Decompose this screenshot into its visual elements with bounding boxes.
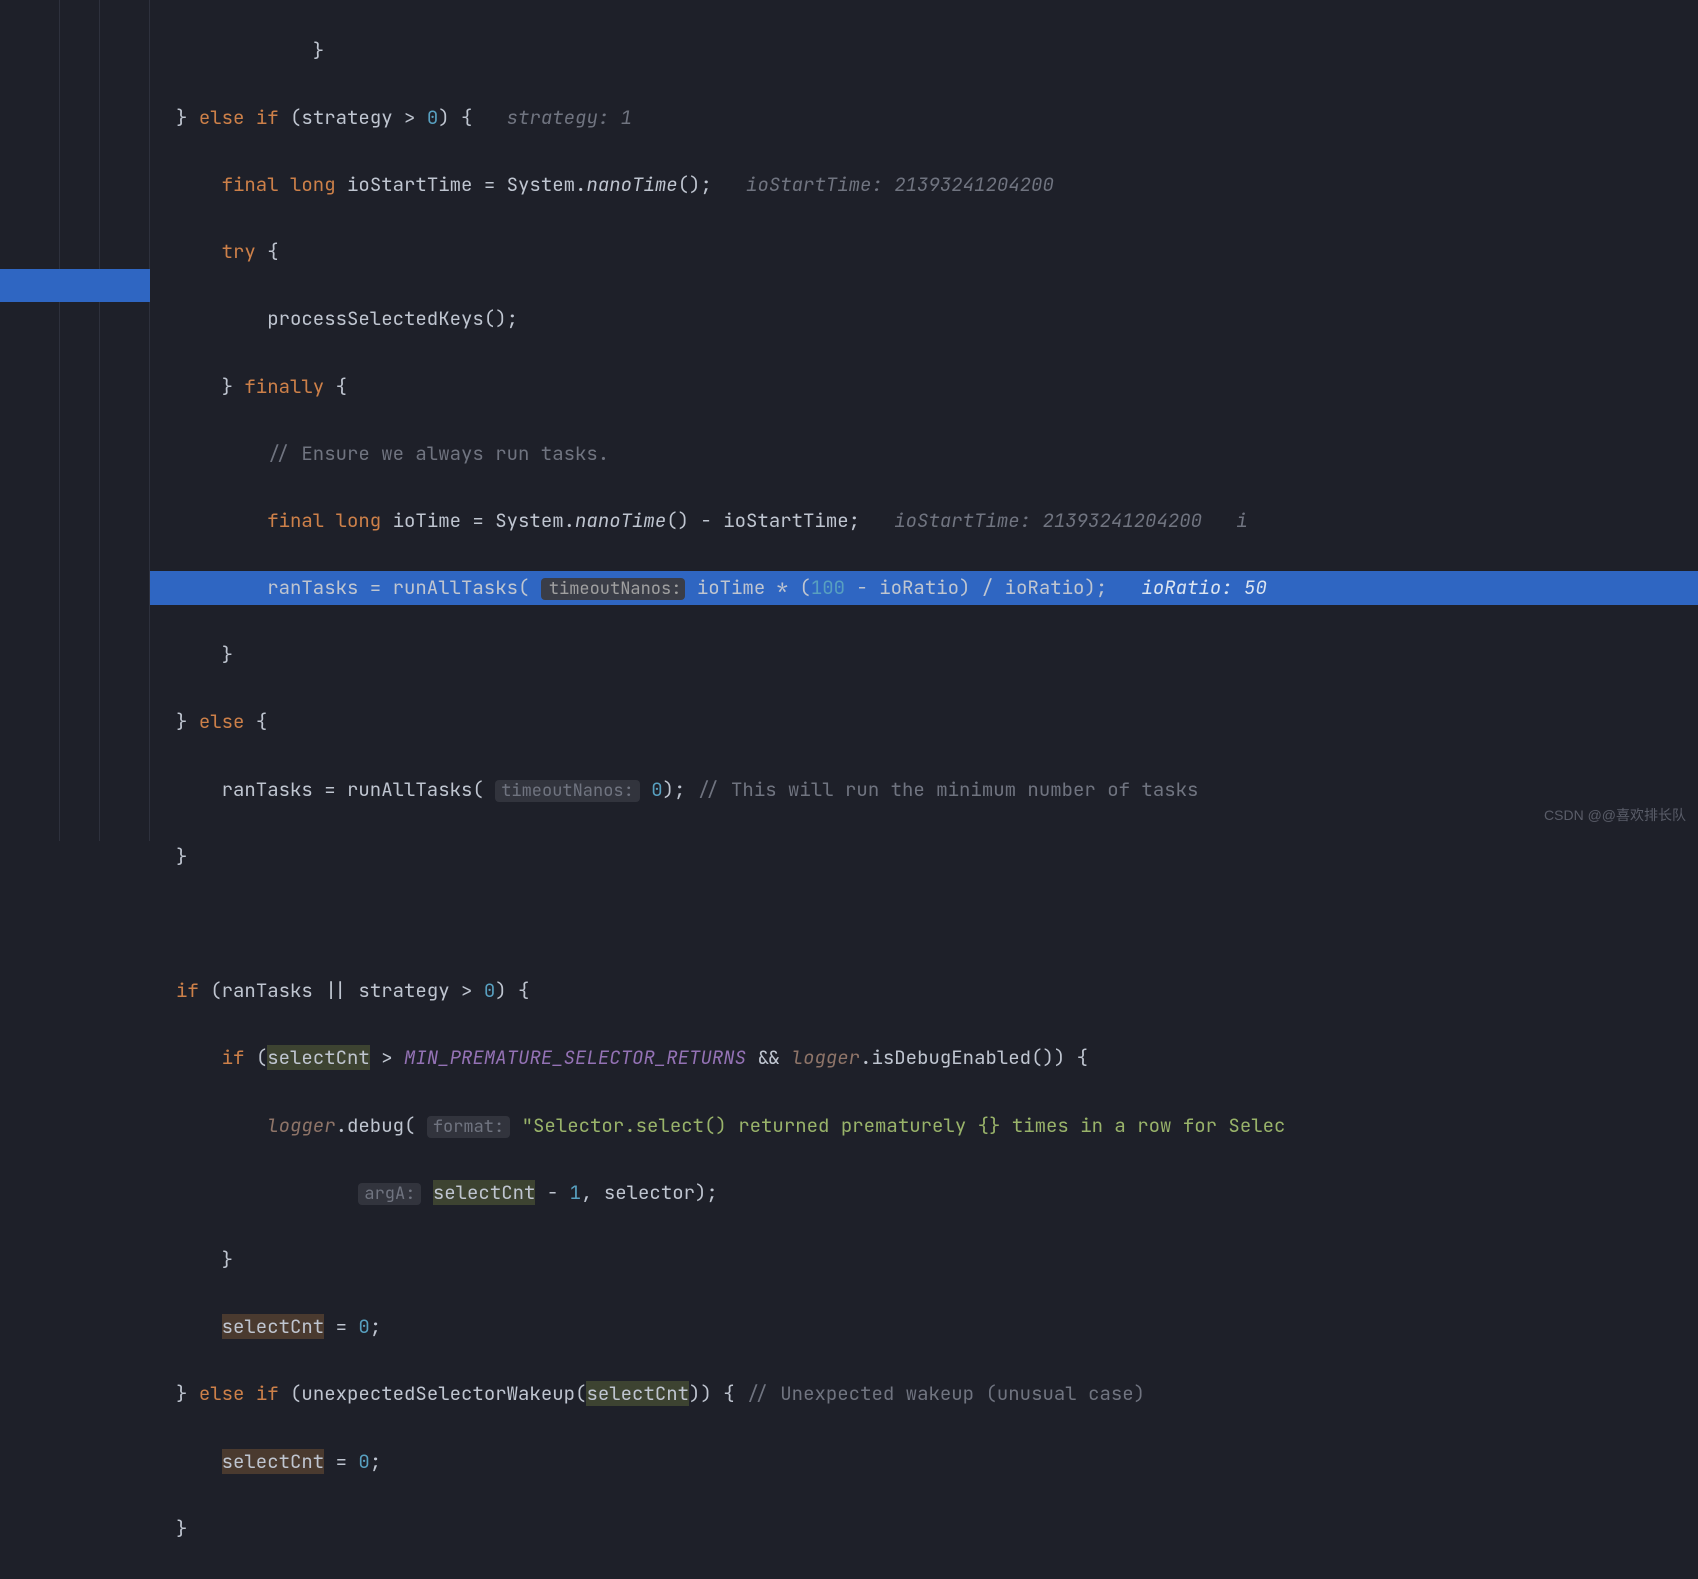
param-hint-format: format: [427,1116,510,1138]
comment: // This will run the minimum number of t… [697,777,1199,802]
param-hint-arga: argA: [358,1183,421,1205]
code-line[interactable]: final long ioStartTime = System.nanoTime… [150,168,1698,202]
code-line[interactable]: } [150,638,1698,672]
inline-hint-iostarttime: ioStartTime: 21393241204200 [894,508,1202,533]
code-line[interactable]: try { [150,235,1698,269]
var-selectcnt: selectCnt [433,1180,536,1205]
var-selectcnt: selectCnt [267,1045,370,1070]
watermark-text: CSDN @@喜欢排长队 [1544,799,1686,833]
code-line[interactable]: selectCnt = 0; [150,1445,1698,1479]
code-line-current[interactable]: ranTasks = runAllTasks( timeoutNanos: io… [150,571,1698,605]
code-line[interactable]: } else if (unexpectedSelectorWakeup(sele… [150,1377,1698,1411]
code-line[interactable]: } [150,1512,1698,1546]
code-line[interactable]: final long ioTime = System.nanoTime() - … [150,504,1698,538]
code-line[interactable]: selectCnt = 0; [150,1310,1698,1344]
gutter-breakpoints[interactable] [0,0,60,841]
code-line[interactable]: ranTasks = runAllTasks( timeoutNanos: 0)… [150,773,1698,807]
keyword-else-if: else if [199,105,279,130]
param-hint-timeoutnanos: timeoutNanos: [495,780,640,802]
code-line[interactable]: if (ranTasks || strategy > 0) { [150,974,1698,1008]
gutter-icons[interactable] [100,0,150,841]
inline-hint-strategy: strategy: 1 [507,105,632,130]
current-line-gutter-highlight [0,269,150,303]
inline-hint-iostarttime: ioStartTime: 21393241204200 [746,172,1054,197]
code-line[interactable]: processSelectedKeys(); [150,302,1698,336]
code-line[interactable]: argA: selectCnt - 1, selector); [150,1176,1698,1210]
code-line[interactable]: // Ensure we always run tasks. [150,437,1698,471]
code-editor[interactable]: } } else if (strategy > 0) { strategy: 1… [150,0,1698,841]
code-line[interactable]: } [150,840,1698,874]
gutter-line-numbers[interactable] [60,0,100,841]
comment: // Ensure we always run tasks. [176,441,609,466]
var-selectcnt: selectCnt [222,1314,325,1339]
code-line[interactable]: if (selectCnt > MIN_PREMATURE_SELECTOR_R… [150,1041,1698,1075]
code-line[interactable]: logger.debug( format: "Selector.select()… [150,1109,1698,1143]
var-selectcnt: selectCnt [222,1449,325,1474]
code-line[interactable]: } else if (strategy > 0) { strategy: 1 [150,101,1698,135]
code-line[interactable]: } else { [150,705,1698,739]
code-line[interactable]: } [150,1243,1698,1277]
param-hint-timeoutnanos: timeoutNanos: [541,578,686,600]
comment: // Unexpected wakeup (unusual case) [746,1381,1145,1406]
var-selectcnt: selectCnt [586,1381,689,1406]
code-line-blank[interactable] [150,907,1698,941]
code-line[interactable]: } finally { [150,370,1698,404]
code-line[interactable]: } [150,34,1698,68]
inline-hint-ioratio: ioRatio: 50 [1141,575,1266,600]
brace: } [176,38,324,63]
